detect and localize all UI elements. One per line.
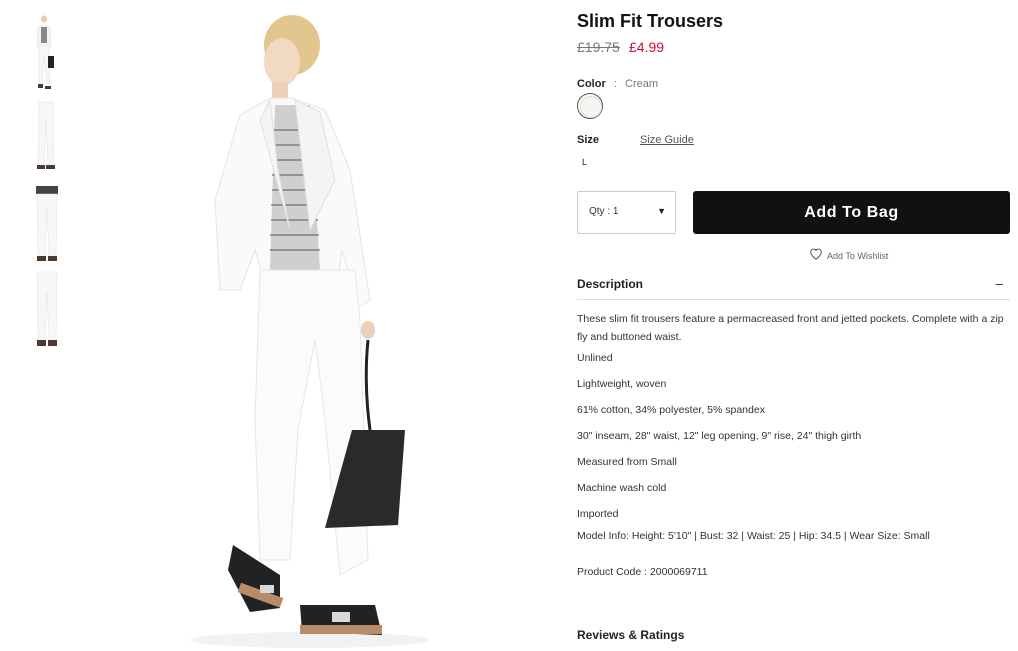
- quantity-value: Qty : 1: [589, 206, 619, 217]
- reviews-ratings-heading[interactable]: Reviews & Ratings: [577, 628, 684, 642]
- product-code: Product Code : 2000069711: [577, 566, 708, 578]
- thumbnail-back-view[interactable]: [30, 270, 64, 350]
- color-swatch-cream[interactable]: [577, 93, 603, 119]
- feature-item: Measured from Small: [577, 456, 677, 468]
- wishlist-label: Add To Wishlist: [827, 251, 889, 261]
- feature-item: Imported: [577, 508, 619, 520]
- thumbnail-side-view-image: [37, 101, 55, 169]
- thumbnail-list: [30, 12, 64, 356]
- add-to-bag-button[interactable]: Add To Bag: [693, 191, 1010, 234]
- quantity-select[interactable]: Qty : 1 ▼: [577, 191, 676, 234]
- feature-item: Unlined: [577, 352, 613, 364]
- description-paragraph: These slim fit trousers feature a permac…: [577, 313, 1004, 343]
- thumbnail-front-view[interactable]: [30, 184, 64, 264]
- thumbnail-back-view-image: [36, 271, 58, 346]
- description-accordion-header[interactable]: Description –: [577, 270, 1010, 300]
- thumbnail-full-look-image: [36, 15, 54, 89]
- model-info: Model Info: Height: 5'10" | Bust: 32 | W…: [577, 530, 930, 542]
- thumbnail-side-view[interactable]: [30, 98, 64, 178]
- feature-item: Machine wash cold: [577, 482, 667, 494]
- original-price: £19.75: [577, 39, 620, 55]
- color-value: Cream: [625, 78, 659, 90]
- color-separator: :: [614, 78, 618, 90]
- chevron-down-icon: ▼: [657, 206, 666, 216]
- color-label: Color: [577, 78, 606, 90]
- feature-item: Lightweight, woven: [577, 378, 667, 390]
- feature-item: 30" inseam, 28" waist, 12" leg opening, …: [577, 430, 862, 442]
- thumbnail-front-view-image: [36, 186, 58, 261]
- size-label: Size: [577, 134, 600, 146]
- product-title: Slim Fit Trousers: [577, 11, 724, 31]
- thumbnail-full-look[interactable]: [30, 12, 64, 92]
- heart-icon: [810, 248, 822, 260]
- feature-item: 61% cotton, 34% polyester, 5% spandex: [577, 404, 765, 416]
- size-guide-link[interactable]: Size Guide: [640, 134, 694, 146]
- main-product-image[interactable]: [120, 0, 550, 651]
- collapse-icon[interactable]: –: [996, 276, 1003, 291]
- sale-price: £4.99: [629, 39, 665, 55]
- model-figure-illustration: [190, 15, 430, 648]
- size-option-l[interactable]: L: [582, 157, 587, 167]
- description-heading: Description: [577, 277, 644, 291]
